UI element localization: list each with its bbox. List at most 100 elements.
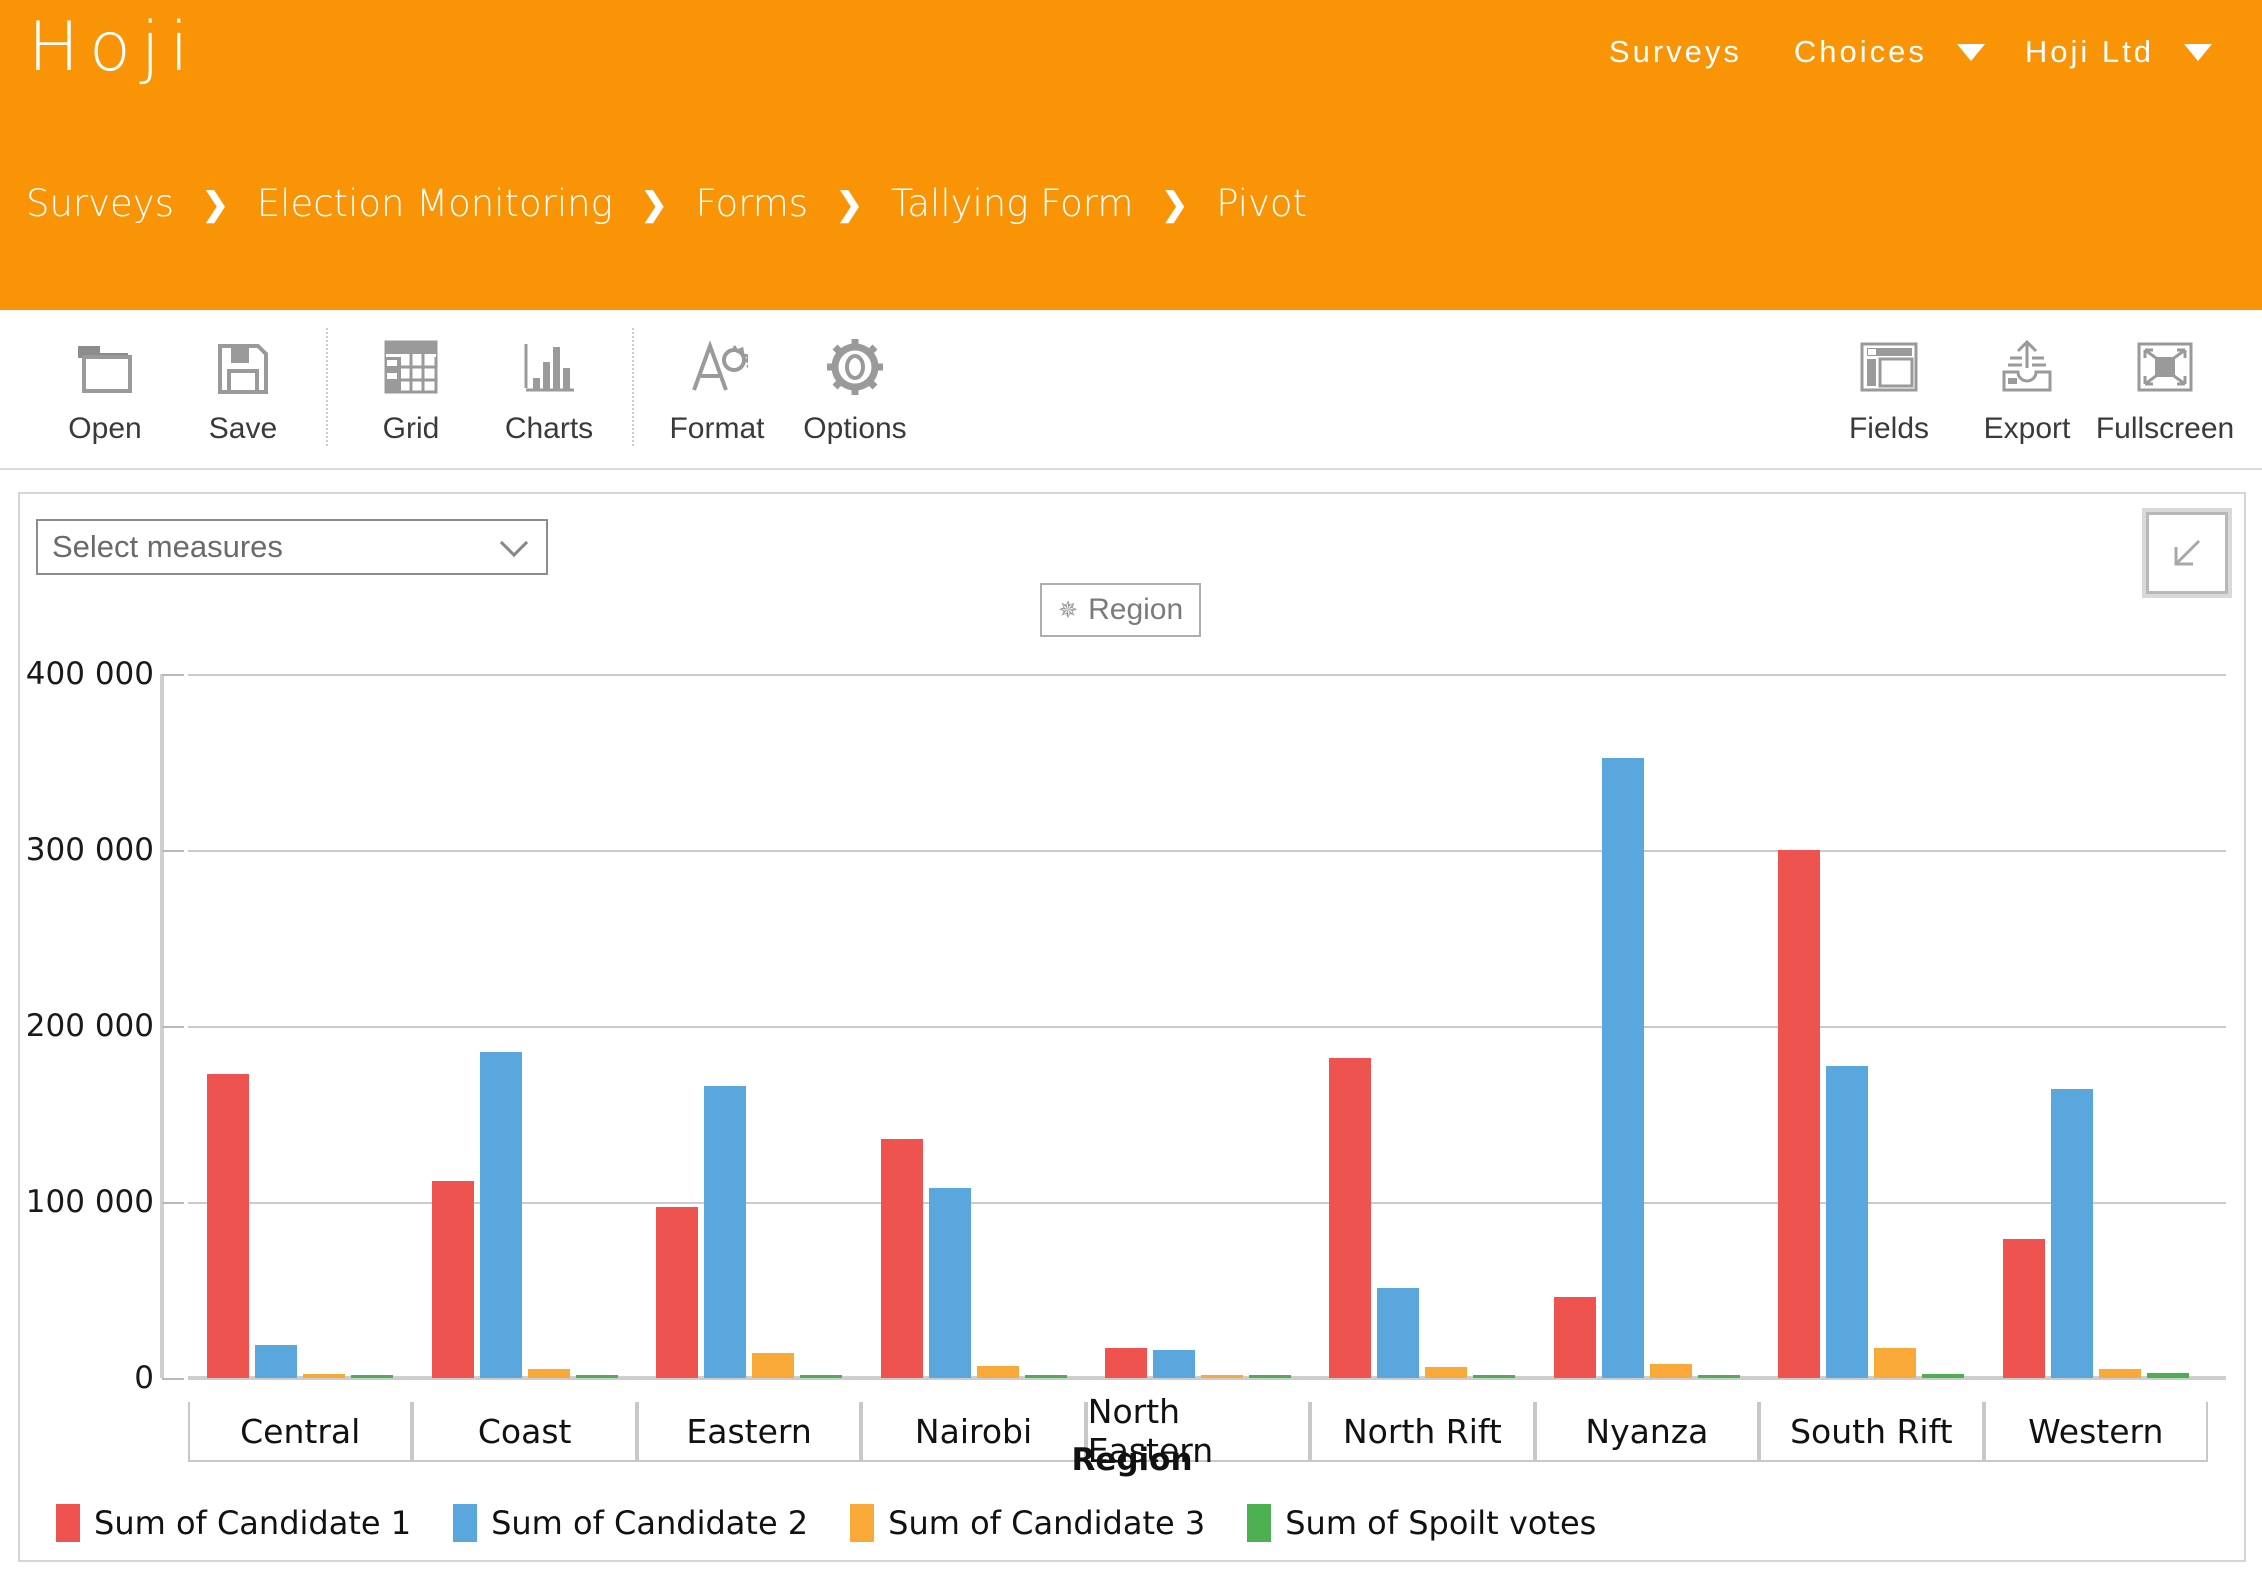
save-button-label: Save: [208, 412, 278, 445]
bar-group: [412, 674, 636, 1378]
options-button[interactable]: Options: [786, 328, 924, 446]
brand-logo[interactable]: Hoji: [28, 8, 199, 87]
chart-bar[interactable]: [1200, 1375, 1243, 1378]
chart-bar[interactable]: [2050, 1089, 2093, 1378]
nav-item-surveys[interactable]: Surveys: [1583, 34, 1768, 70]
format-text-icon: [686, 336, 748, 398]
legend-label: Sum of Spoilt votes: [1285, 1504, 1597, 1542]
breadcrumb-item-forms[interactable]: Forms: [686, 182, 818, 225]
open-button[interactable]: Open: [36, 328, 174, 446]
chart-bar[interactable]: [1425, 1367, 1468, 1378]
chart-bar[interactable]: [1922, 1374, 1965, 1378]
charts-button[interactable]: Charts: [480, 328, 618, 446]
options-button-label: Options: [803, 412, 907, 445]
chevron-down-icon[interactable]: [1956, 43, 1985, 61]
bar-chart-icon: [520, 336, 578, 398]
chart-bar[interactable]: [1697, 1375, 1740, 1378]
chart-bar[interactable]: [207, 1073, 250, 1378]
fullscreen-button[interactable]: Fullscreen: [2096, 328, 2234, 446]
chart-bar[interactable]: [351, 1375, 394, 1378]
chart-bar[interactable]: [1778, 850, 1821, 1378]
toolbar-divider: [632, 328, 634, 446]
export-upload-icon: [1996, 336, 2058, 398]
region-field-label: Region: [1088, 593, 1184, 626]
bar-group: [637, 674, 861, 1378]
breadcrumb: Surveys ❯ Election Monitoring ❯ Forms ❯ …: [16, 182, 1317, 225]
y-axis-tick-label: 400 000: [25, 656, 154, 692]
chart-bar[interactable]: [2002, 1238, 2045, 1378]
chart-bar[interactable]: [928, 1187, 971, 1378]
charts-button-label: Charts: [504, 412, 594, 445]
export-button[interactable]: Export: [1958, 328, 2096, 446]
legend-color-swatch: [1247, 1504, 1272, 1542]
save-button[interactable]: Save: [174, 328, 312, 446]
legend-label: Sum of Candidate 1: [94, 1504, 412, 1542]
chart-bar[interactable]: [1473, 1375, 1516, 1378]
chart-bar[interactable]: [1601, 758, 1644, 1378]
chart-bar[interactable]: [2098, 1369, 2141, 1378]
chart-bar[interactable]: [2146, 1372, 2189, 1378]
main-nav: Surveys Choices Hoji Ltd: [1583, 34, 2226, 70]
y-gridline: [188, 1378, 2226, 1380]
legend-item[interactable]: Sum of Spoilt votes: [1247, 1504, 1596, 1542]
y-axis-tick-label: 200 000: [25, 1008, 154, 1044]
chevron-down-icon: [499, 528, 529, 558]
fields-button[interactable]: Fields: [1820, 328, 1958, 446]
open-button-label: Open: [68, 412, 142, 445]
legend-item[interactable]: Sum of Candidate 2: [453, 1504, 808, 1542]
nav-item-choices[interactable]: Choices: [1768, 34, 1953, 70]
fields-panel-icon: [1858, 336, 1920, 398]
chart-bar[interactable]: [303, 1374, 346, 1378]
grid-button[interactable]: Grid: [342, 328, 480, 446]
grid-table-icon: [383, 336, 439, 398]
chart-bar[interactable]: [880, 1138, 923, 1378]
breadcrumb-separator-icon: ❯: [640, 185, 668, 222]
grid-button-label: Grid: [382, 412, 440, 445]
chart-bar[interactable]: [1553, 1297, 1596, 1378]
chart-bar[interactable]: [1826, 1066, 1869, 1378]
chart-bar[interactable]: [656, 1207, 699, 1378]
floppy-disk-icon: [214, 336, 272, 398]
fullscreen-expand-icon: [2134, 336, 2196, 398]
chart-bar[interactable]: [800, 1375, 843, 1378]
chart-bar[interactable]: [704, 1085, 747, 1378]
chart-bar[interactable]: [431, 1180, 474, 1378]
breadcrumb-item-election-monitoring[interactable]: Election Monitoring: [247, 182, 623, 225]
format-button[interactable]: Format: [648, 328, 786, 446]
chart-plot-wrapper: 0 100 000 200 000 300 000 400 000 Central Coas…: [18, 650, 2246, 1478]
collapse-panel-button[interactable]: [2142, 508, 2232, 598]
nav-item-account[interactable]: Hoji Ltd: [1999, 34, 2180, 70]
toolbar: Open Save Grid Charts Format Options Fie…: [0, 310, 2262, 470]
chart-bar[interactable]: [1024, 1375, 1067, 1378]
chart-bar[interactable]: [1152, 1349, 1195, 1378]
select-measures-dropdown[interactable]: Select measures: [36, 519, 548, 575]
breadcrumb-item-tallying-form[interactable]: Tallying Form: [881, 182, 1144, 225]
chart-bar[interactable]: [752, 1353, 795, 1378]
chart-bar[interactable]: [976, 1365, 1019, 1378]
chart-bar[interactable]: [575, 1375, 618, 1378]
arrow-down-left-icon: [2174, 539, 2201, 566]
chart-bar[interactable]: [1649, 1363, 1692, 1378]
legend-label: Sum of Candidate 3: [888, 1504, 1206, 1542]
chart-bar[interactable]: [1248, 1375, 1291, 1378]
toolbar-divider: [326, 328, 328, 446]
fields-button-label: Fields: [1848, 412, 1930, 445]
toolbar-left-group: Open Save Grid Charts Format Options: [0, 328, 924, 446]
chart-bar[interactable]: [255, 1344, 298, 1378]
region-field-button[interactable]: ✵ Region: [1040, 583, 1202, 637]
open-folder-icon: [74, 336, 136, 398]
chart-bar[interactable]: [479, 1052, 522, 1378]
bar-group: [861, 674, 1085, 1378]
chart-bar[interactable]: [1377, 1288, 1420, 1378]
legend-item[interactable]: Sum of Candidate 3: [850, 1504, 1205, 1542]
breadcrumb-item-surveys[interactable]: Surveys: [16, 182, 184, 225]
chart-bar[interactable]: [1104, 1348, 1147, 1378]
chart-bar[interactable]: [1329, 1057, 1372, 1378]
chart-bar[interactable]: [527, 1369, 570, 1378]
x-axis-title: Region: [1071, 1442, 1193, 1478]
select-measures-placeholder: Select measures: [52, 529, 283, 564]
chart-bar[interactable]: [1874, 1348, 1917, 1378]
chevron-down-icon[interactable]: [2184, 43, 2212, 61]
legend-label: Sum of Candidate 2: [491, 1504, 809, 1542]
legend-item[interactable]: Sum of Candidate 1: [56, 1504, 411, 1542]
